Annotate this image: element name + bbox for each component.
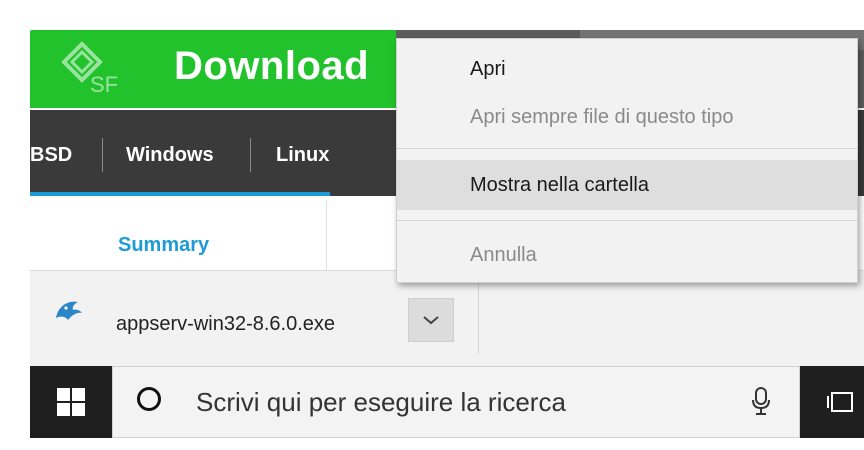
menu-separator bbox=[397, 148, 857, 149]
menu-item-apri-sempre: Apri sempre file di questo tipo bbox=[470, 106, 734, 128]
menu-item-apri[interactable]: Apri bbox=[470, 58, 506, 81]
download-file-name[interactable]: appserv-win32-8.6.0.exe bbox=[116, 313, 335, 336]
nav-item-linux[interactable]: Linux bbox=[276, 144, 329, 167]
nav-item-windows[interactable]: Windows bbox=[126, 144, 214, 167]
page-margin bbox=[0, 0, 30, 110]
chevron-down-icon bbox=[423, 316, 439, 325]
nav-divider bbox=[102, 138, 103, 172]
start-button[interactable] bbox=[30, 366, 112, 438]
microphone-icon[interactable] bbox=[750, 386, 772, 416]
search-placeholder[interactable]: Scrivi qui per eseguire la ricerca bbox=[196, 387, 566, 418]
task-view-icon[interactable] bbox=[826, 390, 856, 414]
tab-summary[interactable]: Summary bbox=[118, 234, 209, 257]
tab-divider bbox=[326, 200, 327, 270]
file-icon bbox=[56, 301, 82, 320]
sf-logo-text: SF bbox=[90, 72, 118, 97]
sf-logo-icon: SF bbox=[61, 41, 118, 97]
menu-separator bbox=[397, 220, 857, 221]
windows-start-icon bbox=[57, 388, 85, 416]
download-options-button[interactable] bbox=[408, 298, 454, 342]
menu-item-annulla: Annulla bbox=[470, 244, 537, 266]
nav-divider bbox=[250, 138, 251, 172]
download-shelf-divider bbox=[478, 280, 479, 354]
menu-item-mostra-nella-cartella[interactable]: Mostra nella cartella bbox=[470, 174, 649, 197]
cortana-icon[interactable] bbox=[136, 386, 162, 412]
download-title: Download bbox=[174, 44, 370, 88]
screenshot-frame: SF Download BSD Windows Linux Summary ap… bbox=[0, 0, 864, 450]
nav-item-bsd[interactable]: BSD bbox=[30, 144, 72, 167]
